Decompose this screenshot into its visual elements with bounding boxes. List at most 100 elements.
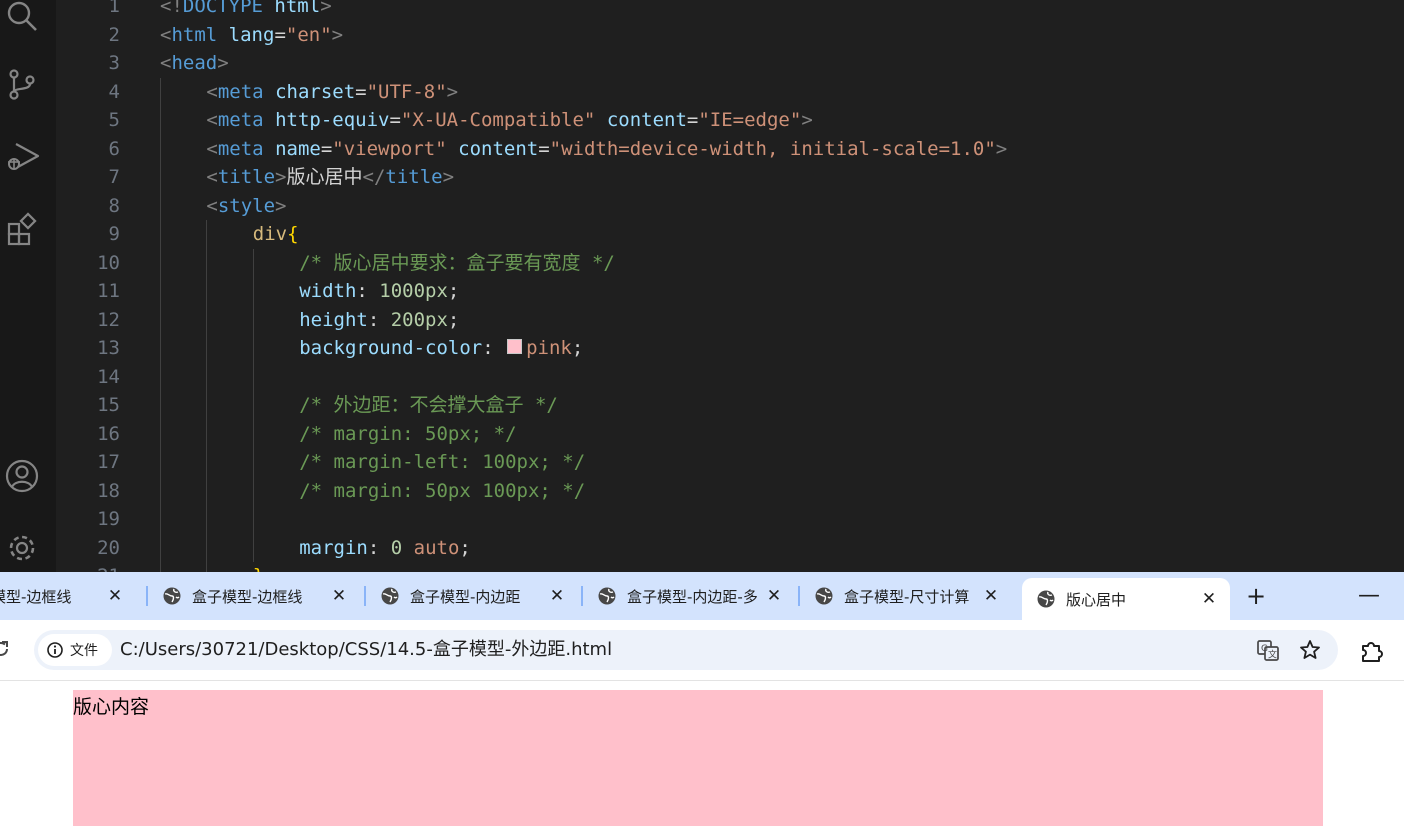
translate-icon[interactable]: G文 (1256, 638, 1280, 662)
url-text[interactable]: C:/Users/30721/Desktop/CSS/14.5-盒子模型-外边距… (120, 630, 612, 670)
extensions-puzzle-icon[interactable] (1358, 638, 1384, 664)
code-text: width: 1000px; (299, 277, 459, 305)
code-token: < (160, 52, 172, 74)
tab-title: 盒子模型-边框线 (192, 587, 303, 606)
indent-guide (252, 505, 254, 534)
line-number: 13 (97, 337, 120, 359)
code-text: <meta name="viewport" content="width=dev… (206, 135, 1007, 163)
tab-close-icon[interactable]: ✕ (546, 585, 568, 607)
code-token: lang (228, 23, 275, 46)
code-line[interactable]: 5 <meta http-equiv="X-UA-Compatible" cont… (56, 106, 1404, 134)
code-text: /* margin: 50px 100px; */ (299, 477, 585, 505)
browser-tab[interactable]: 盒子模型-尺寸计算 ✕ (800, 572, 1012, 620)
code-line[interactable]: 20 margin: 0 auto; (56, 534, 1404, 562)
code-line[interactable]: 12 height: 200px; (56, 306, 1404, 334)
browser-tab[interactable]: 盒子模型-内边距-多 ✕ (583, 572, 795, 620)
code-token: > (801, 109, 813, 131)
code-line[interactable]: 10 /* 版心居中要求：盒子要有宽度 */ (56, 249, 1404, 277)
code-token: DOCTYPE (182, 0, 263, 17)
indent-guide (206, 505, 208, 534)
code-line[interactable]: 2 <html lang="en"> (56, 21, 1404, 49)
color-swatch[interactable] (507, 339, 523, 354)
code-line[interactable]: 16 /* margin: 50px; */ (56, 420, 1404, 448)
code-token: html (274, 0, 321, 17)
code-line[interactable]: 8 <style> (56, 192, 1404, 220)
minimize-button[interactable]: — (1354, 584, 1384, 608)
code-text: /* 外边距：不会撑大盒子 */ (299, 391, 558, 419)
code-token: head (171, 52, 218, 74)
extensions-icon[interactable] (2, 210, 42, 250)
indent-guide (206, 476, 208, 505)
browser-tab[interactable]: 盒子模型-内边距 ✕ (366, 572, 578, 620)
source-control-icon[interactable] (2, 64, 42, 104)
tab-close-icon[interactable]: ✕ (980, 585, 1002, 607)
indent-guide (252, 334, 254, 363)
code-text: <html lang="en"> (160, 21, 343, 49)
new-tab-button[interactable]: + (1240, 582, 1272, 610)
tab-close-icon[interactable]: ✕ (763, 585, 785, 607)
indent-guide (206, 533, 208, 562)
bookmark-star-icon[interactable] (1298, 638, 1322, 662)
code-line[interactable]: 1 <!DOCTYPE html> (56, 0, 1404, 20)
code-token: title (385, 166, 443, 188)
globe-icon (162, 586, 182, 606)
code-text: <style> (206, 192, 286, 220)
code-text: /* 版心居中要求：盒子要有宽度 */ (299, 249, 615, 277)
code-line[interactable]: 21} (56, 562, 1404, 572)
tab-close-icon[interactable]: ✕ (1198, 588, 1220, 610)
code-token: <! (160, 0, 183, 17)
code-token: background-color (299, 337, 483, 359)
code-editor-window: 1 <!DOCTYPE html> 2 <html lang="en"> 3 <head>… (0, 0, 1404, 572)
code-line[interactable]: 19 (56, 505, 1404, 533)
code-line[interactable]: 4 <meta charset="UTF-8"> (56, 78, 1404, 106)
code-token: /* 版心居中要求：盒子要有宽度 */ (299, 251, 615, 274)
tab-active[interactable]: 版心居中 ✕ (1022, 578, 1230, 620)
code-token: < (206, 137, 218, 160)
code-token: charset (275, 80, 356, 103)
indent-guide (160, 163, 161, 192)
indent-guide (252, 248, 254, 277)
tab-title: 盒子模型-内边距-多 (627, 587, 758, 606)
reload-icon[interactable] (0, 638, 12, 660)
browser-tab[interactable]: 子模型-边框线 ✕ (0, 572, 136, 620)
code-token: { (287, 223, 299, 245)
indent-guide (160, 248, 161, 277)
code-token: width (299, 280, 357, 302)
centered-content-box: 版心内容 (73, 690, 1323, 826)
code-line[interactable]: 17 /* margin-left: 100px; */ (56, 448, 1404, 476)
run-debug-icon[interactable] (2, 136, 42, 176)
tab-close-icon[interactable]: ✕ (104, 585, 126, 607)
code-token: > (446, 80, 459, 103)
indent-guide (160, 106, 161, 135)
code-line[interactable]: 13 background-color: pink; (56, 334, 1404, 362)
indent-guide (160, 362, 161, 391)
code-line[interactable]: 9 div{ (56, 220, 1404, 248)
line-number: 6 (108, 137, 120, 160)
indent-guide (160, 419, 161, 448)
account-icon[interactable] (2, 456, 42, 496)
code-line[interactable]: 18 /* margin: 50px 100px; */ (56, 477, 1404, 505)
site-info-chip[interactable]: 文件 (38, 634, 112, 666)
code-token: < (206, 109, 218, 131)
tab-close-icon[interactable]: ✕ (328, 585, 350, 607)
code-token: name (275, 137, 321, 160)
code-line[interactable]: 15 /* 外边距：不会撑大盒子 */ (56, 391, 1404, 419)
line-number: 2 (108, 23, 120, 46)
code-line[interactable]: 11 width: 1000px; (56, 277, 1404, 305)
security-chip-label: 文件 (70, 643, 98, 659)
code-line[interactable]: 3 <head> (56, 49, 1404, 77)
indent-guide (206, 562, 208, 572)
line-number: 21 (56, 562, 120, 572)
code-line[interactable]: 14 (56, 363, 1404, 391)
browser-tab[interactable]: 盒子模型-边框线 ✕ (148, 572, 360, 620)
code-text: <!DOCTYPE html> (160, 0, 332, 20)
code-line[interactable]: 6 <meta name="viewport" content="width=de… (56, 135, 1404, 163)
settings-gear-icon[interactable] (2, 528, 42, 568)
address-bar[interactable]: 文件 C:/Users/30721/Desktop/CSS/14.5-盒子模型-… (34, 630, 1338, 670)
code-line[interactable]: 7 <title>版心居中</title> (56, 163, 1404, 191)
search-icon[interactable] (2, 0, 42, 36)
code-area[interactable]: 1 <!DOCTYPE html> 2 <html lang="en"> 3 <head>… (56, 0, 1404, 572)
